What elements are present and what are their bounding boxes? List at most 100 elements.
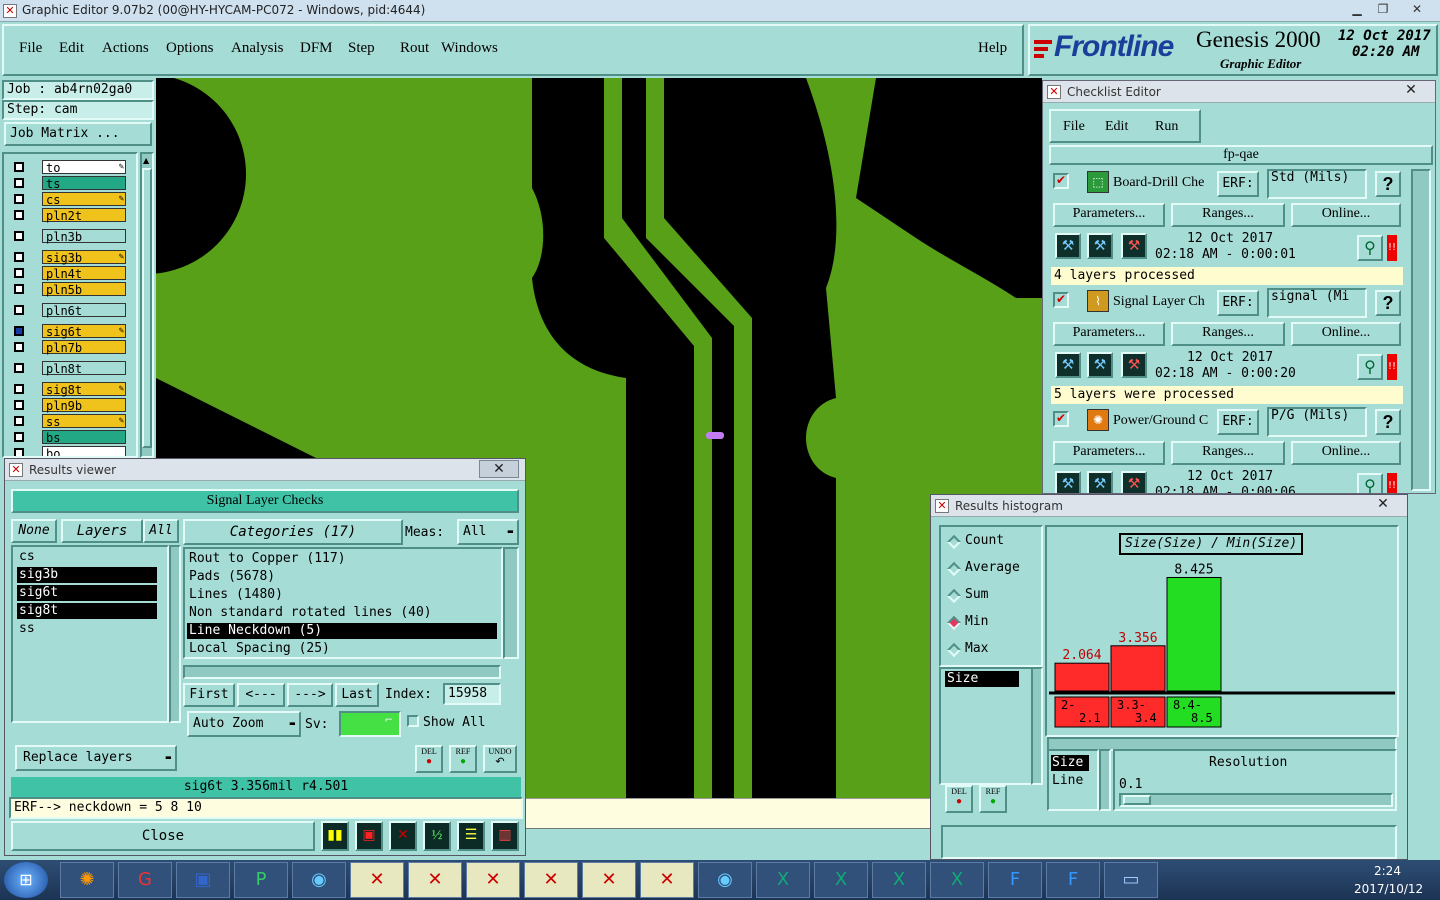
menu-edit[interactable]: Edit xyxy=(59,40,84,57)
ranges-button[interactable]: Ranges... xyxy=(1171,322,1285,346)
layer-name[interactable]: sig6t xyxy=(42,324,126,339)
histogram-icon[interactable]: ▥ xyxy=(491,821,519,851)
layer-row-bo[interactable]: bo xyxy=(10,446,128,456)
layer-name[interactable]: pln9b xyxy=(42,398,126,413)
run-action-icon[interactable]: ⚒ xyxy=(1055,352,1081,378)
parameters-button[interactable]: Parameters... xyxy=(1053,203,1165,227)
prev-button[interactable]: <--- xyxy=(237,683,285,707)
histogram-list-item[interactable]: Size xyxy=(945,671,1019,687)
layer-name[interactable]: pln3b xyxy=(42,229,126,244)
layer-checkbox[interactable] xyxy=(14,210,24,220)
layer-name[interactable]: pln5b xyxy=(42,282,126,297)
layer-name[interactable]: pln4t xyxy=(42,266,126,281)
layer-checkbox[interactable] xyxy=(14,363,24,373)
checklist-scrollbar[interactable] xyxy=(1411,169,1431,491)
layer-name[interactable]: pln8t xyxy=(42,361,126,376)
run-all-icon[interactable]: ⚒ xyxy=(1087,233,1113,259)
layer-row-ss[interactable]: ss ✎ xyxy=(10,414,128,429)
online-button[interactable]: Online... xyxy=(1291,441,1401,465)
mode-radio-count[interactable] xyxy=(946,534,962,550)
action-select-checkbox[interactable]: ✔ xyxy=(1053,411,1069,427)
first-button[interactable]: First xyxy=(183,683,235,707)
results-layer-scrollbar[interactable] xyxy=(169,545,181,723)
erf-button[interactable]: ERF: xyxy=(1217,171,1259,197)
run-all-icon[interactable]: ⚒ xyxy=(1087,471,1113,493)
category-scrollbar[interactable] xyxy=(503,547,519,659)
meas-dropdown[interactable]: All ▬ xyxy=(457,519,519,545)
layer-checkbox[interactable] xyxy=(14,432,24,442)
mode-radio-max[interactable] xyxy=(946,642,962,658)
shell-app-icon[interactable]: ✺ xyxy=(60,862,114,898)
help-button[interactable]: ? xyxy=(1375,290,1401,316)
histogram-bar[interactable] xyxy=(1110,645,1166,692)
graphic-editor-task-icon[interactable]: ✕ xyxy=(640,862,694,898)
menu-step[interactable]: Step xyxy=(348,40,375,57)
resolution-list[interactable]: Size Line xyxy=(1047,749,1099,811)
excel-icon[interactable]: X xyxy=(930,862,984,898)
menu-rout[interactable]: Rout xyxy=(400,40,429,57)
all-button[interactable]: All xyxy=(143,519,179,543)
ranges-button[interactable]: Ranges... xyxy=(1171,203,1285,227)
layer-checkbox[interactable] xyxy=(14,384,24,394)
next-button[interactable]: ---> xyxy=(287,683,333,707)
mode-label-max[interactable]: Max xyxy=(965,641,988,656)
layer-row-pln4t[interactable]: pln4t xyxy=(10,266,128,281)
layer-checkbox[interactable] xyxy=(14,162,24,172)
layer-row-pln8t[interactable]: pln8t xyxy=(10,361,128,376)
layer-row-to[interactable]: to ✎ xyxy=(10,160,128,175)
graphic-editor-task-icon[interactable]: ✕ xyxy=(350,862,404,898)
action-name[interactable]: Board-Drill Che xyxy=(1113,175,1217,191)
layer-row-pln9b[interactable]: pln9b xyxy=(10,398,128,413)
category-item[interactable]: Rout to Copper (117) xyxy=(187,551,497,567)
layer-name[interactable]: bs xyxy=(42,430,126,445)
action-name[interactable]: Signal Layer Ch xyxy=(1113,294,1217,310)
graphic-editor-task-icon[interactable]: ✕ xyxy=(466,862,520,898)
category-item[interactable]: Pads (5678) xyxy=(187,569,497,585)
number-icon[interactable]: ½ xyxy=(423,821,451,851)
job-matrix-button[interactable]: Job Matrix ... xyxy=(4,122,152,146)
histogram-list-scrollbar[interactable] xyxy=(1031,667,1043,785)
checklist-close-icon[interactable]: ✕ xyxy=(1391,82,1431,100)
layer-name[interactable]: sig3b xyxy=(42,250,126,265)
layer-checkbox[interactable] xyxy=(14,326,24,336)
auto-zoom-dropdown[interactable]: Auto Zoom ▬ xyxy=(187,711,301,737)
undo-button[interactable]: UNDO ↶ xyxy=(483,745,517,773)
frontline-task-icon[interactable]: F xyxy=(1046,862,1100,898)
index-input[interactable]: 15958 xyxy=(443,683,501,705)
online-button[interactable]: Online... xyxy=(1291,203,1401,227)
layer-row-cs[interactable]: cs ✎ xyxy=(10,192,128,207)
mode-label-count[interactable]: Count xyxy=(965,533,1004,548)
res-list-item-line[interactable]: Line xyxy=(1051,773,1089,789)
excel-icon[interactable]: X xyxy=(756,862,810,898)
genesis-p-icon[interactable]: P xyxy=(234,862,288,898)
layer-name[interactable]: bo xyxy=(42,446,126,456)
layer-row-bs[interactable]: bs xyxy=(10,430,128,445)
histogram-close-icon[interactable]: ✕ xyxy=(1363,496,1403,514)
help-button[interactable]: ? xyxy=(1375,171,1401,197)
none-button[interactable]: None xyxy=(11,519,57,543)
erf-value[interactable]: P/G (Mils) xyxy=(1267,407,1367,437)
category-item[interactable]: Lines (1480) xyxy=(187,587,497,603)
mode-radio-min[interactable] xyxy=(946,615,962,631)
last-button[interactable]: Last xyxy=(335,683,379,707)
excel-icon[interactable]: X xyxy=(814,862,868,898)
stop-icon[interactable]: ⚒ xyxy=(1121,233,1147,259)
histogram-bar[interactable] xyxy=(1054,662,1110,692)
layer-name[interactable]: ss xyxy=(42,414,126,429)
run-all-icon[interactable]: ⚒ xyxy=(1087,352,1113,378)
category-list[interactable]: Rout to Copper (117) Pads (5678) Lines (14… xyxy=(183,547,503,659)
layer-row-sig8t[interactable]: sig8t ✎ xyxy=(10,382,128,397)
layer-name[interactable]: sig8t xyxy=(42,382,126,397)
stop-icon[interactable]: ⚒ xyxy=(1121,352,1147,378)
eye-app-icon[interactable]: ◉ xyxy=(292,862,346,898)
sort-icon[interactable]: ▮▮ xyxy=(321,821,349,851)
results-layer-list[interactable]: cs sig3b sig6t sig8t ss xyxy=(11,545,169,723)
layer-checkbox[interactable] xyxy=(14,400,24,410)
graphic-editor-task-icon[interactable]: ✕ xyxy=(524,862,578,898)
mode-radio-average[interactable] xyxy=(946,561,962,577)
clear-icon[interactable]: ✕ xyxy=(389,821,417,851)
layer-name[interactable]: ts xyxy=(42,176,126,191)
parameters-button[interactable]: Parameters... xyxy=(1053,441,1165,465)
layer-checkbox[interactable] xyxy=(14,268,24,278)
help-button[interactable]: ? xyxy=(1375,409,1401,435)
